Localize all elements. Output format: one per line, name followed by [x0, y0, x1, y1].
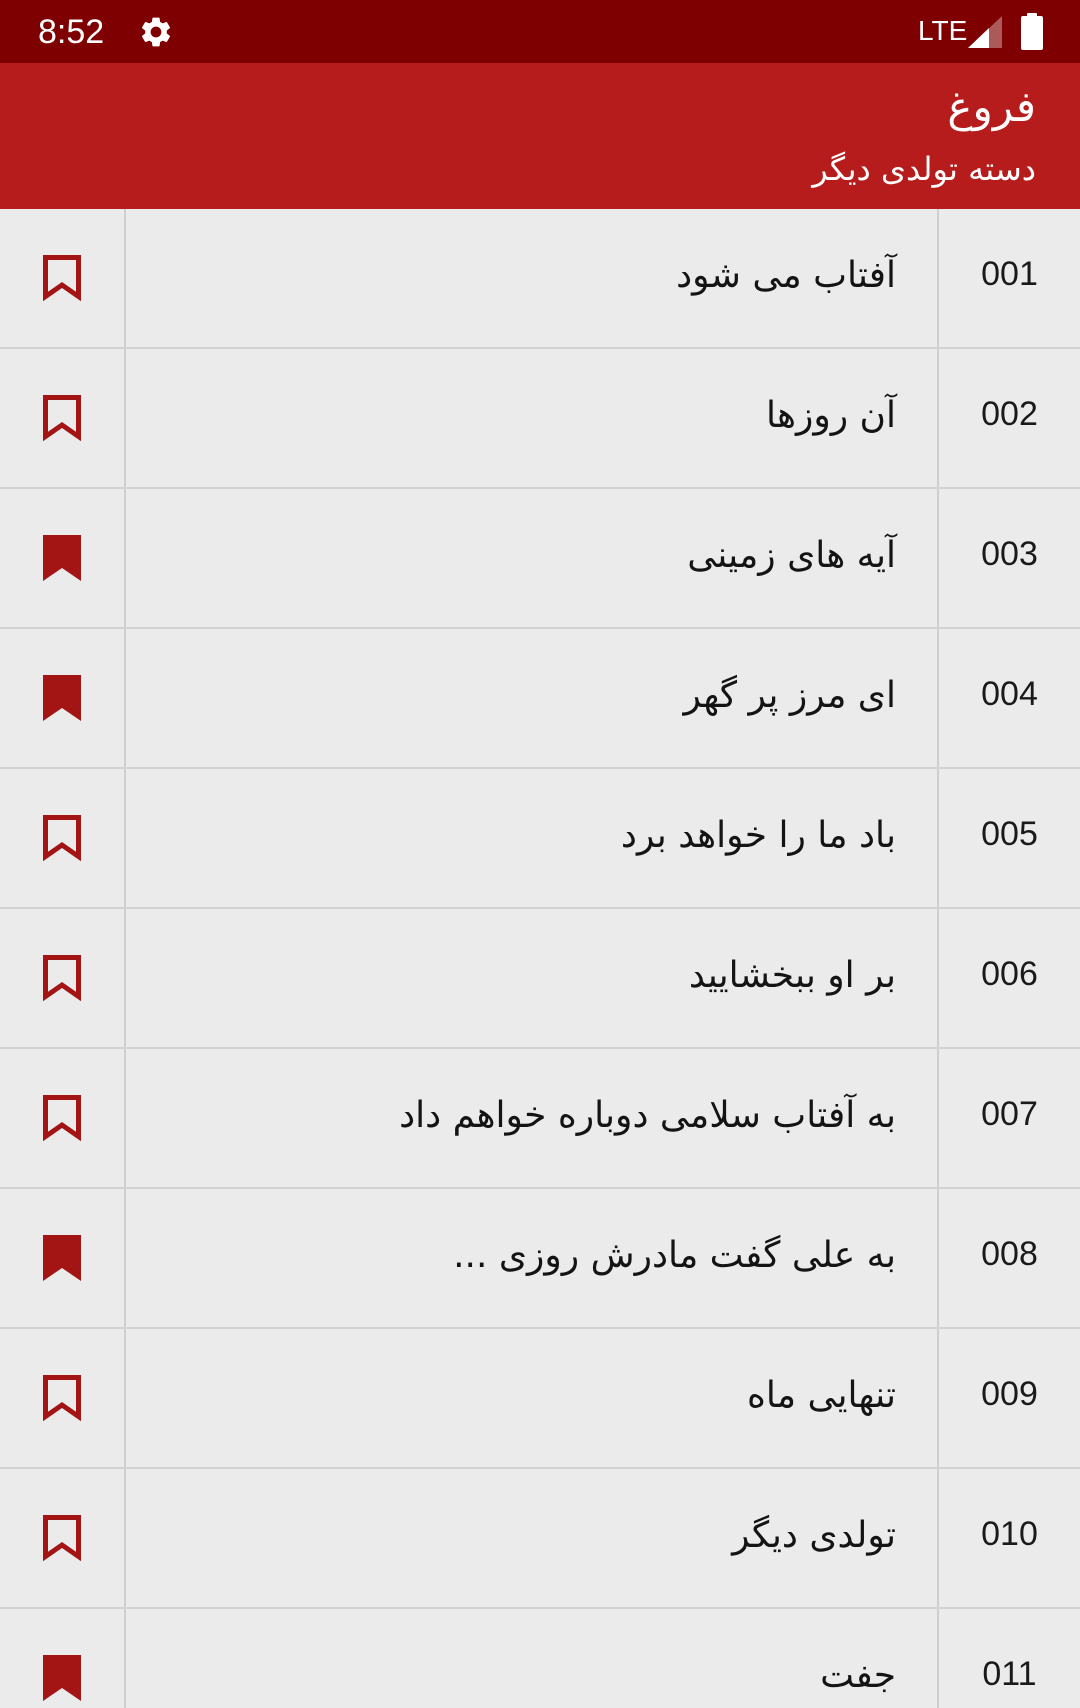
status-bar: 8:52 LTE	[0, 0, 1080, 63]
settings-icon	[141, 17, 171, 47]
bookmark-outline-icon	[43, 815, 81, 862]
poem-title: آفتاب می شود	[676, 255, 896, 296]
status-time: 8:52	[38, 13, 105, 51]
poem-row[interactable]: باد ما را خواهد برد 005	[0, 769, 1080, 909]
poem-number: 005	[937, 769, 1080, 907]
bookmark-button[interactable]	[0, 909, 126, 1047]
poem-number: 003	[937, 489, 1080, 627]
poem-title: به علی گفت مادرش روزی ...	[453, 1235, 896, 1276]
poem-row[interactable]: آفتاب می شود 001	[0, 209, 1080, 349]
bookmark-button[interactable]	[0, 349, 126, 487]
poem-list[interactable]: آفتاب می شود 001 آن روزها 002 آیه های زم…	[0, 209, 1080, 1708]
bookmark-button[interactable]	[0, 1049, 126, 1187]
battery-full-icon	[1021, 13, 1043, 50]
bookmark-button[interactable]	[0, 769, 126, 907]
poem-number: 007	[937, 1049, 1080, 1187]
bookmark-button[interactable]	[0, 1329, 126, 1467]
poem-row[interactable]: آیه های زمینی 003	[0, 489, 1080, 629]
poem-title: به آفتاب سلامی دوباره خواهم داد	[399, 1095, 896, 1136]
network-type-label: LTE	[918, 15, 968, 46]
poem-title: باد ما را خواهد برد	[620, 815, 896, 856]
poem-row[interactable]: ای مرز پر گهر 004	[0, 629, 1080, 769]
bookmark-filled-icon	[43, 675, 81, 721]
bookmark-filled-icon	[43, 1655, 81, 1701]
poem-row[interactable]: تولدی دیگر 010	[0, 1469, 1080, 1609]
poem-number: 009	[937, 1329, 1080, 1467]
poem-title: بر او ببخشایید	[688, 955, 896, 996]
poem-number: 008	[937, 1189, 1080, 1327]
bookmark-outline-icon	[43, 395, 81, 442]
poem-number: 004	[937, 629, 1080, 767]
poem-title: ای مرز پر گهر	[683, 675, 896, 716]
poem-title: تولدی دیگر	[732, 1515, 896, 1556]
poem-number: 006	[937, 909, 1080, 1047]
bookmark-button[interactable]	[0, 629, 126, 767]
bookmark-outline-icon	[43, 1095, 81, 1142]
bookmark-button[interactable]	[0, 489, 126, 627]
bookmark-button[interactable]	[0, 1609, 126, 1708]
poem-row[interactable]: به آفتاب سلامی دوباره خواهم داد 007	[0, 1049, 1080, 1189]
poem-row[interactable]: جفت 011	[0, 1609, 1080, 1708]
bookmark-filled-icon	[43, 535, 81, 581]
bookmark-filled-icon	[43, 1235, 81, 1281]
bookmark-button[interactable]	[0, 1189, 126, 1327]
poem-title: جفت	[820, 1655, 896, 1696]
poem-title: آن روزها	[766, 395, 896, 436]
poem-title: تنهایی ماه	[746, 1375, 896, 1416]
bookmark-outline-icon	[43, 1515, 81, 1562]
app-subtitle: دسته تولدی دیگر	[812, 150, 1036, 188]
bookmark-button[interactable]	[0, 1469, 126, 1607]
bookmark-outline-icon	[43, 255, 81, 302]
app-title: فروغ	[947, 82, 1036, 131]
bookmark-outline-icon	[43, 1375, 81, 1422]
poem-row[interactable]: بر او ببخشایید 006	[0, 909, 1080, 1049]
poem-number: 002	[937, 349, 1080, 487]
bookmark-button[interactable]	[0, 209, 126, 347]
app-bar: فروغ دسته تولدی دیگر	[0, 63, 1080, 209]
poem-row[interactable]: آن روزها 002	[0, 349, 1080, 489]
bookmark-outline-icon	[43, 955, 81, 1002]
poem-number: 010	[937, 1469, 1080, 1607]
cell-signal-icon	[968, 16, 1002, 48]
poem-number: 001	[937, 209, 1080, 347]
poem-title: آیه های زمینی	[687, 535, 896, 576]
poem-row[interactable]: تنهایی ماه 009	[0, 1329, 1080, 1469]
poem-row[interactable]: به علی گفت مادرش روزی ... 008	[0, 1189, 1080, 1329]
poem-number: 011	[937, 1609, 1080, 1708]
